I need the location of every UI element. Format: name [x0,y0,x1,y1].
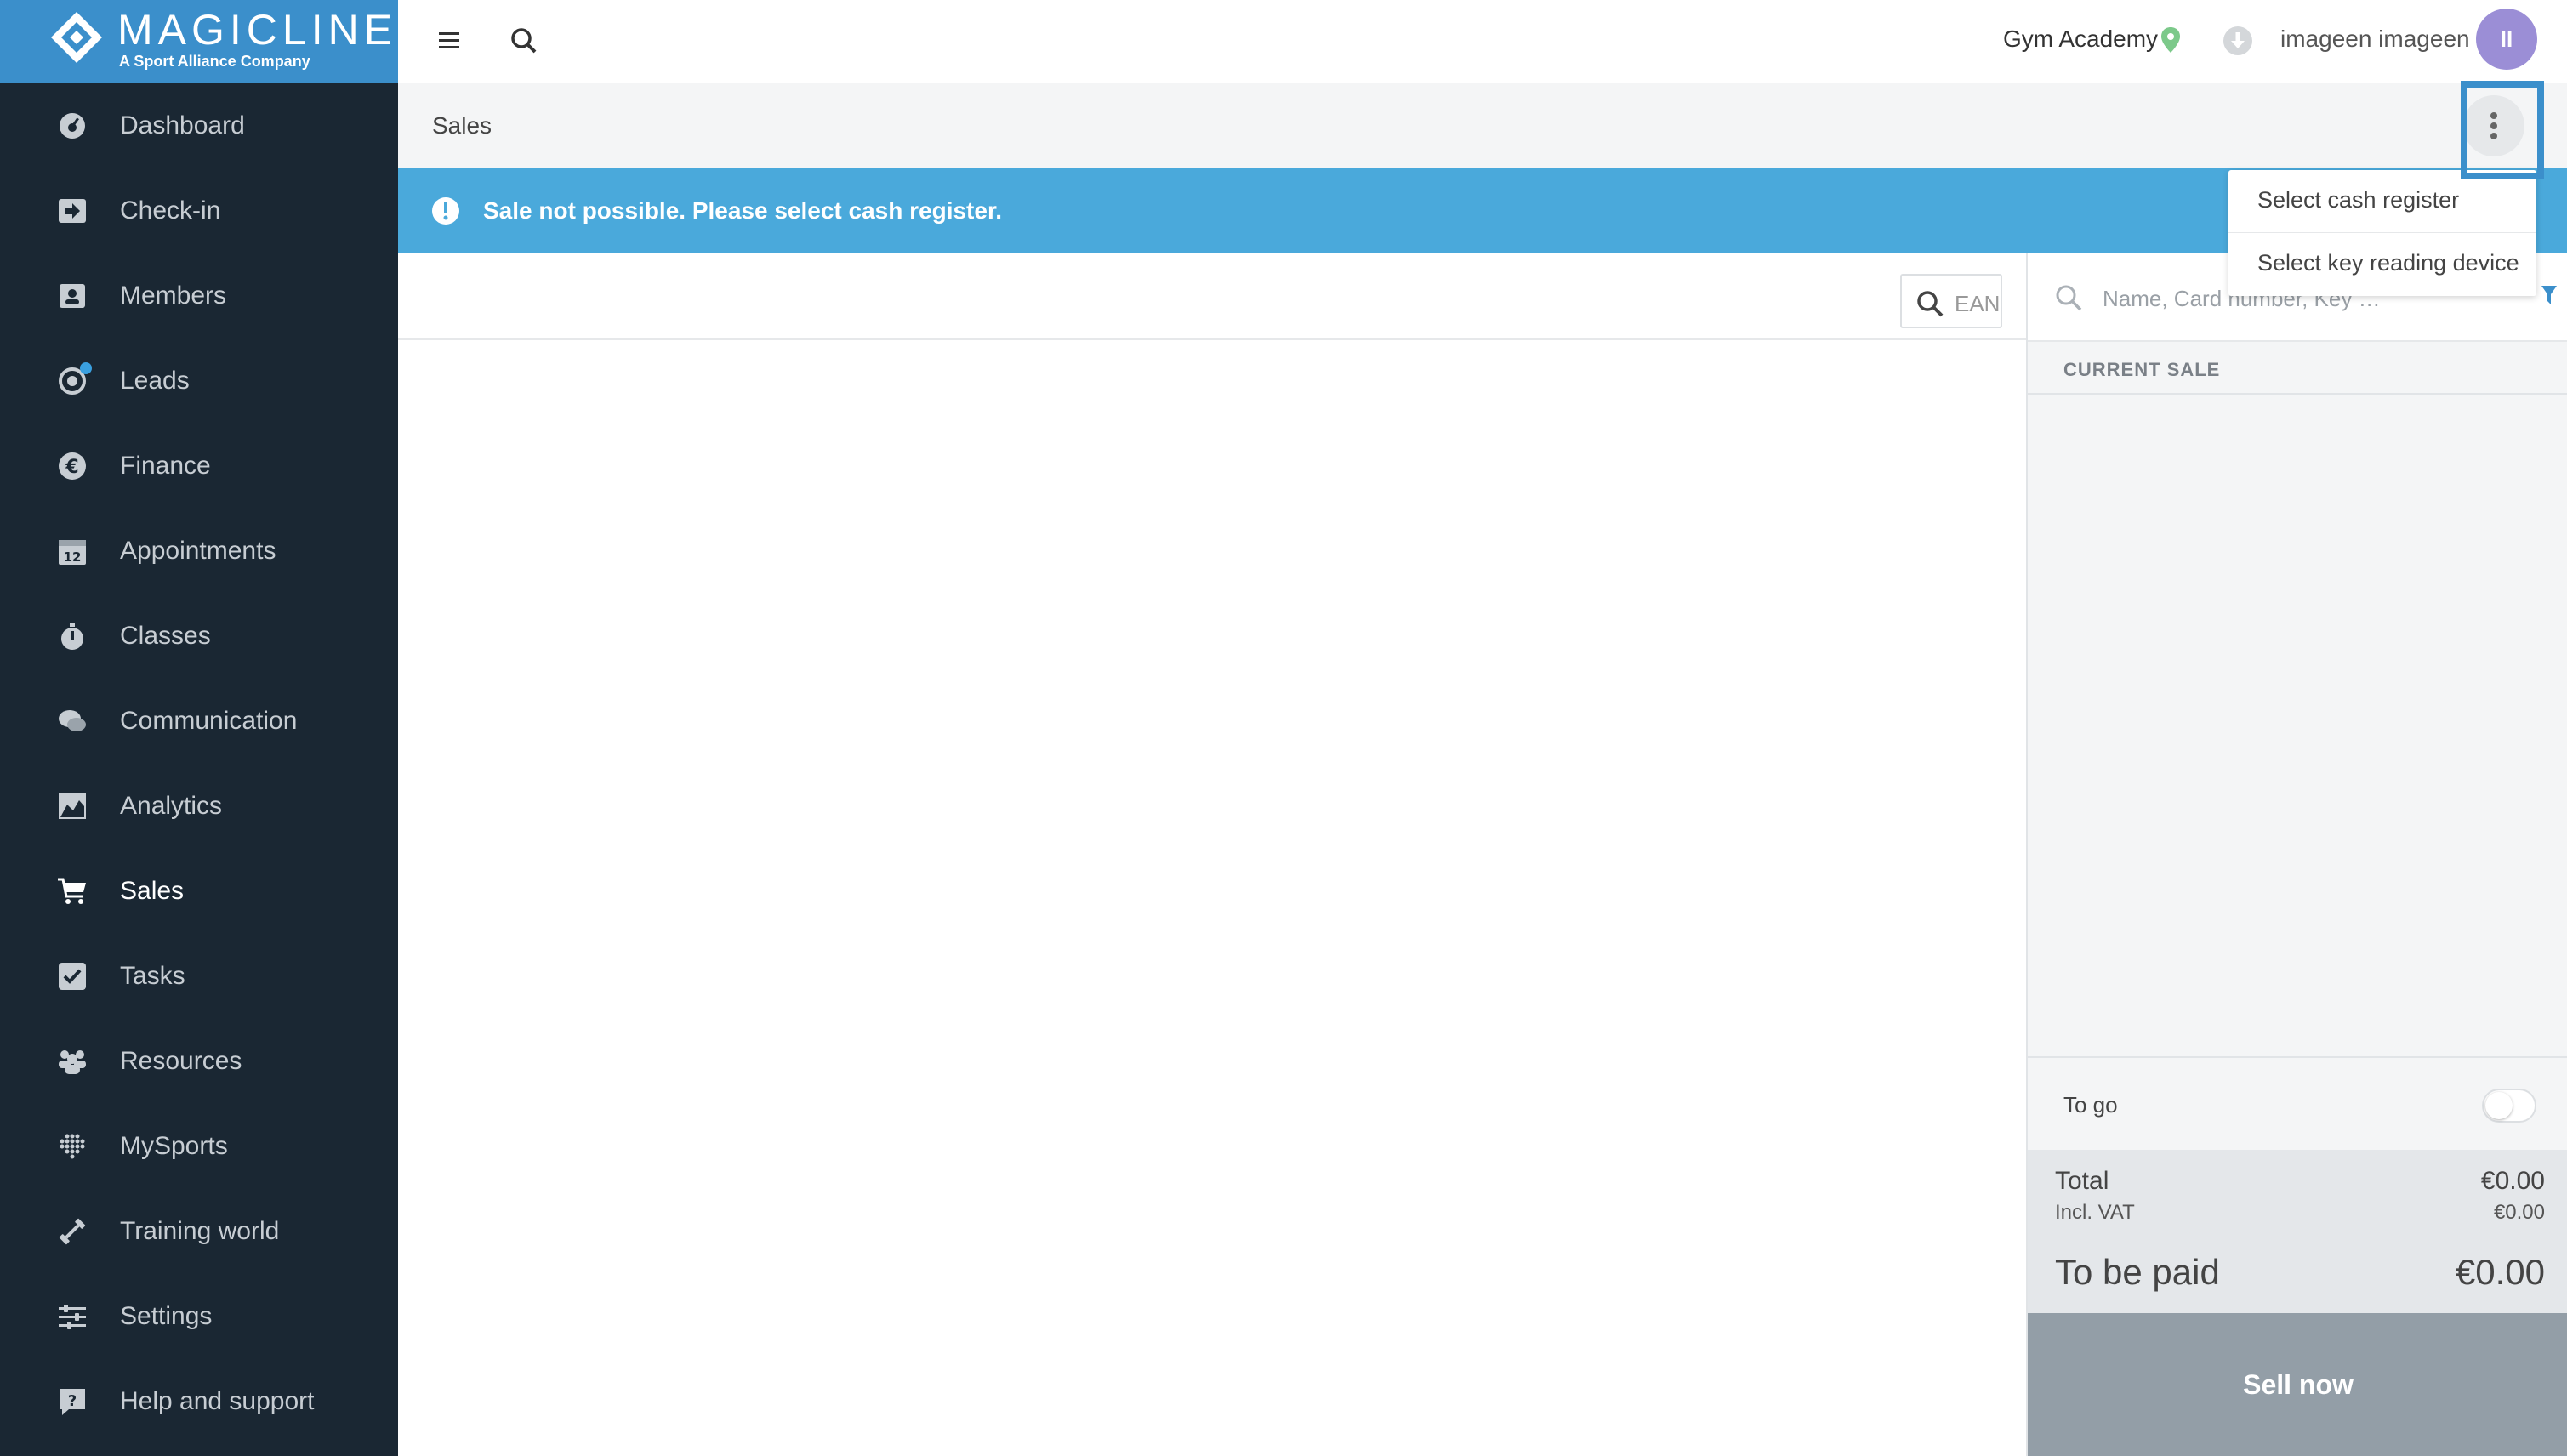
kebab-menu-icon [2490,112,2497,139]
sidebar-item-settings[interactable]: Settings [0,1274,398,1359]
vat-value: €0.00 [2493,1201,2545,1224]
dots-grid-icon [56,1130,88,1163]
sidebar-item-label: Resources [120,1047,242,1075]
euro-icon: € [56,450,88,482]
to-go-label: To go [2063,1092,2118,1118]
sidebar-item-sales[interactable]: Sales [0,849,398,934]
checkbox-icon [56,960,88,992]
to-be-paid-label: To be paid [2055,1252,2220,1292]
app-window: MAGICLINE A Sport Alliance Company Dashb… [0,0,2567,1456]
sidebar-item-label: Tasks [120,962,185,990]
sidebar-item-leads[interactable]: Leads [0,338,398,424]
page-title: Sales [432,112,492,139]
top-bar: Gym Academy imageen imageen II [398,0,2567,83]
sidebar-item-label: Members [120,282,227,310]
products-toolbar: EAN [398,253,2026,340]
check-in-icon [56,195,88,227]
products-area: EAN [398,253,2026,1456]
sidebar-item-tasks[interactable]: Tasks [0,934,398,1019]
svg-text:?: ? [68,1392,77,1410]
total-value: €0.00 [2480,1167,2545,1195]
totals-box: Total €0.00 Incl. VAT €0.00 To be paid €… [2028,1150,2567,1313]
to-go-row: To go [2028,1056,2567,1150]
sidebar-item-analytics[interactable]: Analytics [0,764,398,849]
sidebar-nav: Dashboard Check-in Members Leads € Finan… [0,83,398,1444]
search-icon[interactable] [507,24,541,58]
sidebar-item-label: Sales [120,877,185,905]
sidebar-item-label: Communication [120,707,298,735]
sidebar-item-training-world[interactable]: Training world [0,1189,398,1274]
current-sale-heading: CURRENT SALE [2063,359,2221,380]
sidebar-item-label: Analytics [120,792,223,820]
to-go-toggle[interactable] [2482,1089,2536,1123]
toggle-knob [2485,1092,2513,1119]
sidebar-item-appointments[interactable]: 12 Appointments [0,509,398,594]
avatar[interactable]: II [2476,9,2537,70]
sidebar-item-label: Leads [120,367,190,395]
sidebar-item-label: Classes [120,622,211,650]
sidebar-item-label: Appointments [120,537,276,565]
chart-icon [56,790,88,822]
menu-item-select-key-reading-device[interactable]: Select key reading device [2228,233,2536,296]
sidebar-item-communication[interactable]: Communication [0,679,398,764]
location-pin-icon [2161,27,2180,53]
page-header: Sales [398,83,2567,168]
sell-now-button[interactable]: Sell now [2028,1313,2567,1456]
hamburger-menu-icon[interactable] [432,26,466,56]
gym-selector[interactable]: Gym Academy [2003,26,2158,53]
calendar-icon: 12 [56,535,88,567]
search-icon [1917,291,1944,317]
sidebar-item-members[interactable]: Members [0,253,398,338]
brand-name: MAGICLINE [117,6,398,54]
sidebar-item-label: Settings [120,1302,213,1330]
sidebar-item-label: Check-in [120,196,221,225]
magicline-logo-icon [51,12,102,63]
menu-item-label: Select key reading device [2257,250,2519,276]
vat-label: Incl. VAT [2055,1201,2135,1224]
members-icon [56,280,88,312]
dashboard-icon [56,110,88,142]
user-name[interactable]: imageen imageen [2280,26,2470,53]
menu-item-label: Select cash register [2257,187,2460,213]
total-label: Total [2055,1167,2109,1195]
sidebar-item-check-in[interactable]: Check-in [0,168,398,253]
leads-notification-dot [80,362,92,374]
more-options-menu: Select cash register Select key reading … [2228,170,2536,296]
sidebar-item-label: Dashboard [120,111,245,139]
sidebar: MAGICLINE A Sport Alliance Company Dashb… [0,0,398,1456]
ean-search-input[interactable]: EAN [1900,274,2002,328]
sidebar-item-label: Training world [120,1217,280,1245]
to-be-paid-value: €0.00 [2455,1252,2545,1292]
sidebar-item-label: Help and support [120,1387,315,1415]
exclamation-icon [432,197,459,225]
sidebar-item-finance[interactable]: € Finance [0,424,398,509]
cart-icon [56,875,88,907]
svg-text:€: € [65,457,78,478]
sidebar-item-mysports[interactable]: MySports [0,1104,398,1189]
brand-tagline: A Sport Alliance Company [119,53,310,70]
sidebar-item-classes[interactable]: Classes [0,594,398,679]
divider [2028,393,2567,395]
help-icon: ? [56,1385,88,1418]
filter-icon[interactable] [2540,282,2557,308]
chat-icon [56,705,88,737]
current-sale-panel: Name, Card number, Key … CURRENT SALE To… [2026,253,2567,1456]
sidebar-item-resources[interactable]: Resources [0,1019,398,1104]
alert-message: Sale not possible. Please select cash re… [483,197,1003,224]
people-icon [56,1045,88,1078]
sidebar-item-label: Finance [120,452,211,480]
dumbbell-icon [56,1215,88,1248]
sidebar-item-label: MySports [120,1132,228,1160]
menu-item-select-cash-register[interactable]: Select cash register [2228,170,2536,233]
more-options-button[interactable] [2463,95,2524,156]
download-icon[interactable] [2223,26,2253,56]
search-icon [2056,285,2082,311]
sliders-icon [56,1300,88,1333]
ean-placeholder: EAN [1955,291,2001,316]
svg-text:12: 12 [64,549,82,565]
logo[interactable]: MAGICLINE A Sport Alliance Company [0,0,398,83]
sidebar-item-dashboard[interactable]: Dashboard [0,83,398,168]
sidebar-item-help[interactable]: ? Help and support [0,1359,398,1444]
stopwatch-icon [56,620,88,652]
